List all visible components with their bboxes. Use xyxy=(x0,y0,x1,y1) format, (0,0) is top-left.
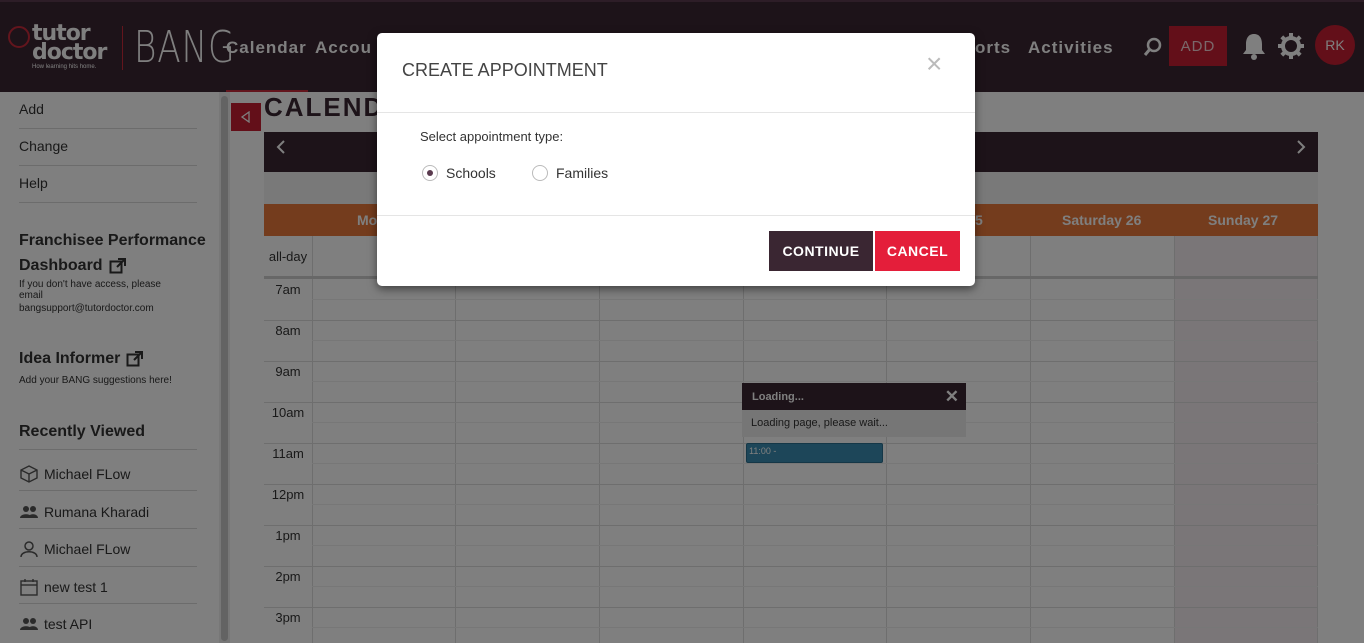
radio-families[interactable] xyxy=(532,165,548,181)
appointment-type-label: Select appointment type: xyxy=(420,129,564,144)
radio-label-families: Families xyxy=(556,165,609,181)
continue-button[interactable]: CONTINUE xyxy=(769,231,873,271)
modal-divider xyxy=(377,215,975,216)
modal-divider xyxy=(377,112,975,113)
radio-option-families[interactable]: Families xyxy=(532,165,608,181)
radio-option-schools[interactable]: Schools xyxy=(422,165,496,181)
radio-schools[interactable] xyxy=(422,165,438,181)
cancel-button[interactable]: CANCEL xyxy=(875,231,960,271)
close-icon[interactable]: × xyxy=(926,49,942,79)
radio-label-schools: Schools xyxy=(446,165,496,181)
create-appointment-modal: CREATE APPOINTMENT × Select appointment … xyxy=(377,33,975,286)
modal-title: CREATE APPOINTMENT xyxy=(402,60,608,80)
